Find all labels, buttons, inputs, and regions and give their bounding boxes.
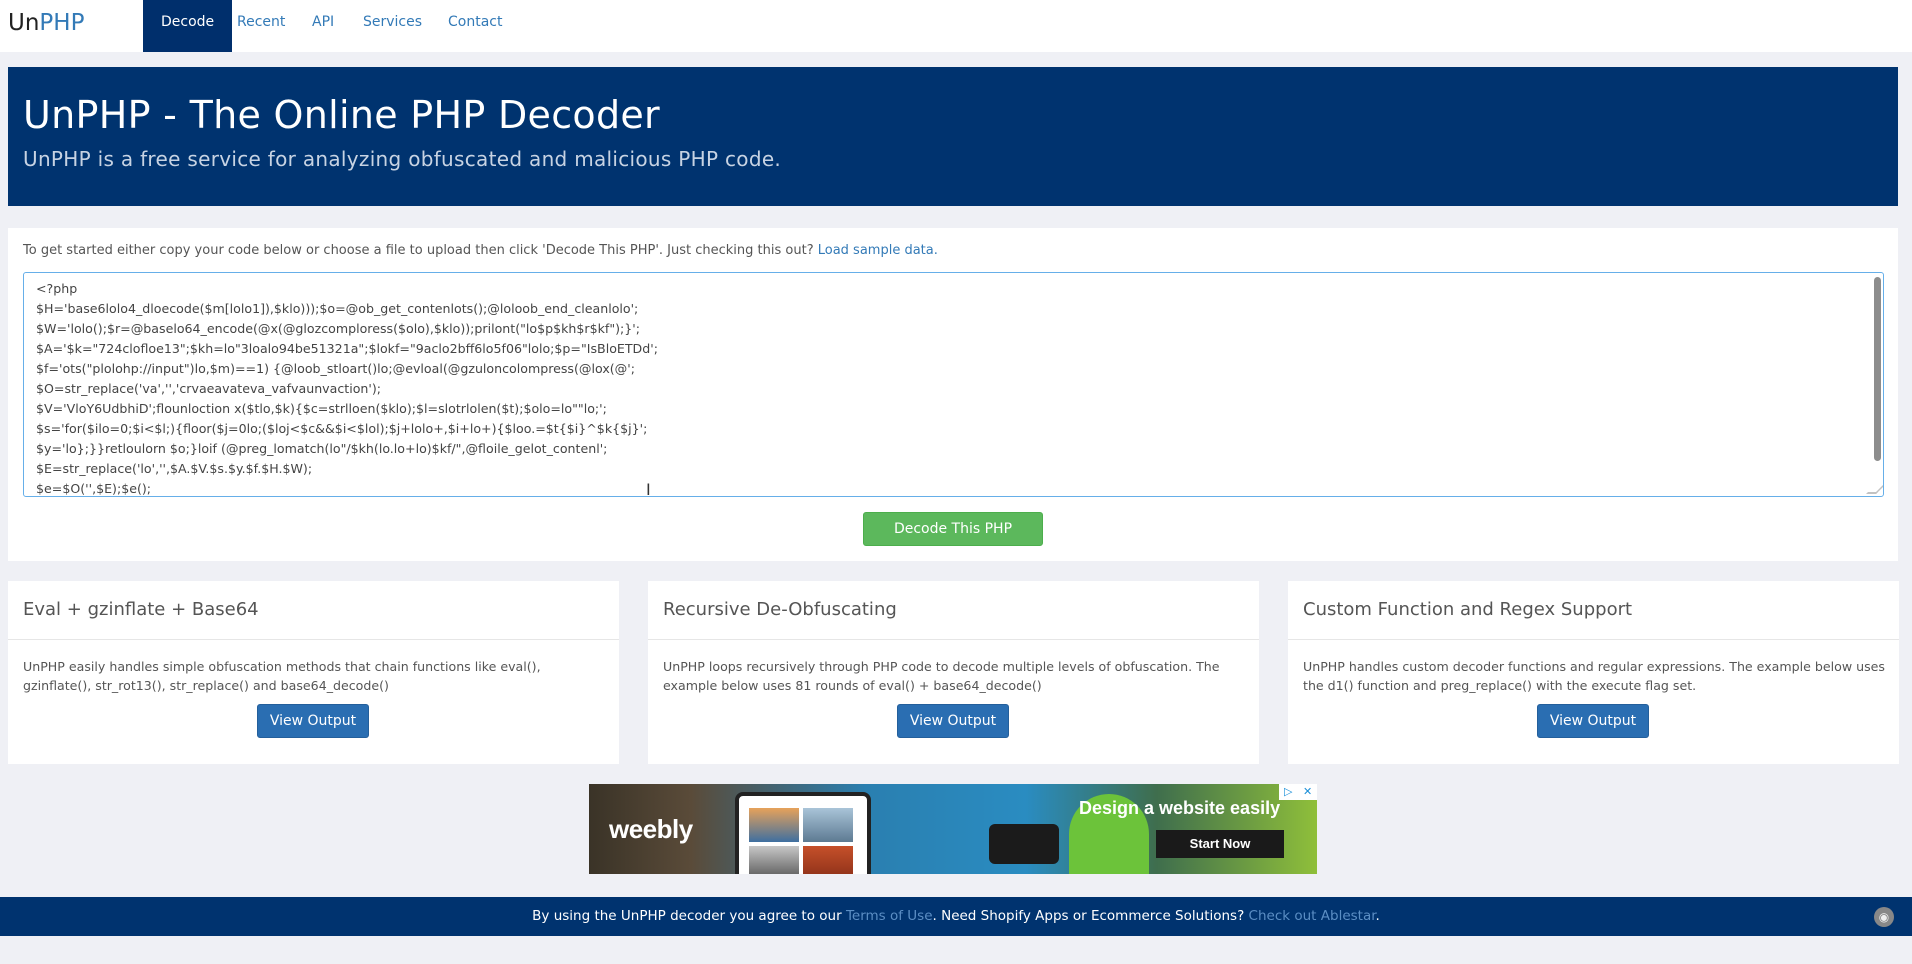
code-line: <?php (36, 281, 78, 296)
ad-headline: Design a website easily (1079, 798, 1281, 818)
card-description: UnPHP loops recursively through PHP code… (663, 659, 1220, 693)
page-background (0, 936, 1912, 964)
text-cursor-icon: I (646, 480, 651, 499)
code-input-textarea[interactable]: <?php $H='base6lolo4_dloecode($m[lolo1])… (23, 272, 1884, 497)
nav-api[interactable]: API (294, 0, 352, 52)
code-line: $E=str_replace('lo','',$A.$V.$s.$y.$f.$H… (36, 461, 313, 476)
ablestar-link[interactable]: Check out Ablestar (1249, 908, 1376, 924)
brand-logo[interactable]: UnPHP (8, 10, 84, 36)
card-title: Recursive De-Obfuscating (663, 599, 897, 620)
footer-globe-icon[interactable]: ◉ (1874, 907, 1894, 927)
view-output-button[interactable]: View Output (897, 704, 1009, 738)
footer: By using the UnPHP decoder you agree to … (0, 897, 1912, 936)
feature-card-eval: Eval + gzinflate + Base64 UnPHP easily h… (8, 581, 619, 764)
ad-choices[interactable]: ▷ ✕ (1279, 784, 1317, 800)
code-line: $y='lo};}}retloulorn $o;}loif (@preg_lom… (36, 441, 608, 456)
nav-services[interactable]: Services (345, 0, 440, 52)
code-line: $e=$O('',$E);$e(); (36, 481, 152, 496)
hero-banner: UnPHP - The Online PHP Decoder UnPHP is … (8, 67, 1898, 206)
feature-card-custom-function: Custom Function and Regex Support UnPHP … (1288, 581, 1899, 764)
ad-choices-icon[interactable]: ▷ (1284, 785, 1292, 798)
footer-text: . Need Shopify Apps or Ecommerce Solutio… (932, 908, 1249, 924)
nav-contact[interactable]: Contact (430, 0, 520, 52)
footer-text: . (1375, 908, 1380, 924)
ad-camera-image (989, 824, 1059, 864)
ad-start-now-button[interactable]: Start Now (1156, 830, 1284, 858)
card-description: UnPHP easily handles simple obfuscation … (23, 659, 541, 693)
card-divider (1288, 639, 1899, 640)
code-line: $O=str_replace('va','','crvaeavateva_vaf… (36, 381, 382, 396)
code-line: $A='$k="724clofloe13";$kh=lo"3loalo94be5… (36, 341, 658, 356)
code-line: $W='lolo();$r=@baselo64_encode(@x(@glozc… (36, 321, 641, 336)
brand-prefix: Un (8, 10, 40, 36)
advertisement-banner[interactable]: weebly Design a website easily Start Now… (589, 784, 1317, 874)
ad-tablet-image (735, 792, 871, 874)
top-navbar: UnPHP Decode Recent API Services Contact (0, 0, 1912, 52)
ad-close-icon[interactable]: ✕ (1303, 785, 1312, 798)
ad-logo: weebly (609, 814, 693, 844)
code-line: $s='for($ilo=0;$i<$l;){floor($j=0lo;($lo… (36, 421, 648, 436)
intro-text: To get started either copy your code bel… (23, 243, 938, 258)
footer-text: By using the UnPHP decoder you agree to … (532, 908, 846, 924)
page-subtitle: UnPHP is a free service for analyzing ob… (23, 147, 782, 171)
feature-card-recursive: Recursive De-Obfuscating UnPHP loops rec… (648, 581, 1259, 764)
code-line: $f='ots("plolohp://input")lo,$m)==1) {@l… (36, 361, 635, 376)
brand-suffix: PHP (39, 10, 85, 36)
view-output-button[interactable]: View Output (257, 704, 369, 738)
card-description: UnPHP handles custom decoder functions a… (1303, 659, 1885, 693)
card-title: Custom Function and Regex Support (1303, 599, 1633, 620)
decode-button[interactable]: Decode This PHP (863, 512, 1043, 546)
terms-link[interactable]: Terms of Use (846, 908, 933, 924)
card-divider (8, 639, 619, 640)
code-line: $V='VloY6UdbhiD';flounloction x($tlo,$k)… (36, 401, 607, 416)
page-title: UnPHP - The Online PHP Decoder (23, 93, 660, 137)
code-line: $H='base6lolo4_dloecode($m[lolo1]),$klo)… (36, 301, 639, 316)
intro-label: To get started either copy your code bel… (23, 243, 814, 258)
card-title: Eval + gzinflate + Base64 (23, 599, 259, 620)
nav-recent[interactable]: Recent (219, 0, 303, 52)
view-output-button[interactable]: View Output (1537, 704, 1649, 738)
decoder-panel: To get started either copy your code bel… (8, 228, 1898, 561)
textarea-scrollbar[interactable] (1874, 277, 1881, 461)
load-sample-link[interactable]: Load sample data. (818, 243, 938, 258)
card-divider (648, 639, 1259, 640)
